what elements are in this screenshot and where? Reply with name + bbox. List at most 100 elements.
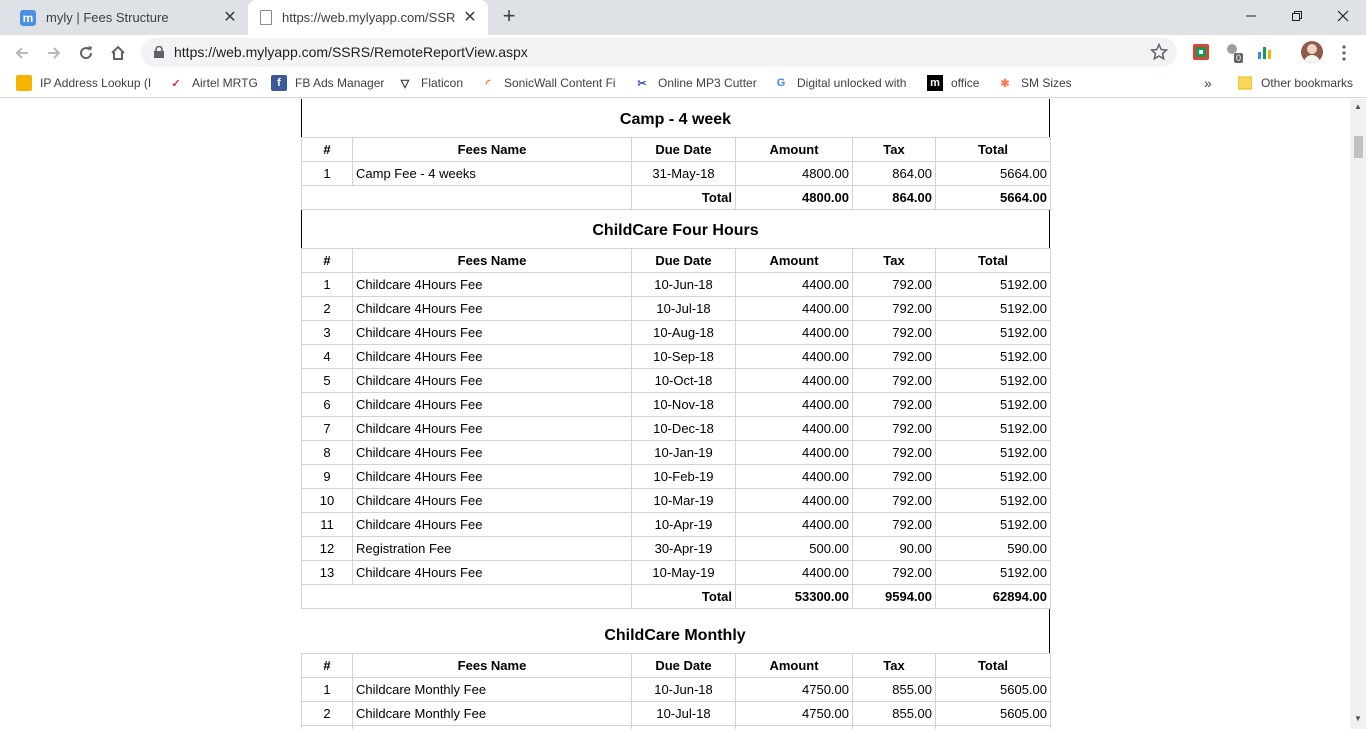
due-date-cell: 10-Jul-18 (631, 701, 736, 726)
tab-fees-structure[interactable]: m myly | Fees Structure ✕ (8, 0, 248, 35)
tax-cell: 792.00 (852, 416, 936, 441)
chart-extension-icon[interactable] (1256, 43, 1274, 61)
bookmark-sm-sizes[interactable]: ✱ SM Sizes (997, 75, 1071, 91)
other-bookmarks[interactable]: Other bookmarks (1237, 75, 1357, 91)
table-row: 9 Childcare 4Hours Fee 10-Feb-19 4400.00 792… (301, 464, 1051, 489)
bookmark-fb-ads[interactable]: f FB Ads Manager (271, 75, 386, 91)
amount-cell: 4400.00 (735, 440, 853, 465)
column-header-due: Due Date (631, 137, 736, 162)
tax-cell: 855.00 (852, 725, 936, 729)
row-total-cell: 5192.00 (935, 560, 1051, 585)
due-date-cell: 10-May-19 (631, 560, 736, 585)
extension-badge: 0 (1234, 53, 1244, 63)
fee-name-cell: Registration Fee (352, 536, 632, 561)
column-header-amount: Amount (735, 137, 853, 162)
blank-cell (301, 185, 632, 210)
row-number-cell: 11 (301, 512, 353, 537)
vertical-scrollbar[interactable]: ▲ ▼ (1350, 99, 1366, 729)
myly-icon: m (20, 9, 36, 26)
column-header-amount: Amount (735, 248, 853, 273)
restore-button[interactable] (1274, 0, 1320, 32)
fee-name-cell: Childcare 4Hours Fee (352, 416, 632, 441)
row-total-cell: 5192.00 (935, 416, 1051, 441)
due-date-cell: 10-Sep-18 (631, 344, 736, 369)
fee-name-cell: Childcare 4Hours Fee (352, 344, 632, 369)
fee-name-cell: Childcare 4Hours Fee (352, 440, 632, 465)
close-icon[interactable]: ✕ (222, 9, 238, 26)
row-number-cell: 3 (301, 320, 353, 345)
new-tab-button[interactable]: + (498, 5, 520, 28)
scroll-down-icon[interactable]: ▼ (1354, 715, 1362, 723)
due-date-cell: 30-Apr-19 (631, 536, 736, 561)
star-icon[interactable] (1150, 43, 1168, 61)
amount-cell: 4400.00 (735, 488, 853, 513)
table-row: 6 Childcare 4Hours Fee 10-Nov-18 4400.00 792… (301, 392, 1051, 417)
close-icon[interactable]: ✕ (462, 9, 478, 26)
amount-cell: 500.00 (735, 536, 853, 561)
bookmarks-overflow-button[interactable]: » (1204, 75, 1218, 91)
close-window-button[interactable] (1320, 0, 1366, 32)
tab-strip: m myly | Fees Structure ✕ https://web.my… (0, 0, 1366, 35)
fee-name-cell: Childcare 4Hours Fee (352, 488, 632, 513)
back-button[interactable] (8, 39, 36, 67)
table-row: 2 Childcare Monthly Fee 10-Jul-18 4750.00 85… (301, 701, 1051, 726)
bookmark-digital-unlocked[interactable]: G Digital unlocked with (773, 75, 911, 91)
grand-total: 62894.00 (935, 584, 1051, 609)
bookmark-mp3-cutter[interactable]: ✂ Online MP3 Cutter (634, 75, 760, 91)
minimize-button[interactable] (1228, 0, 1274, 32)
row-number-cell: 13 (301, 560, 353, 585)
reload-icon (80, 46, 93, 60)
avatar[interactable] (1301, 41, 1323, 63)
reload-button[interactable] (72, 39, 100, 67)
row-number-cell: 2 (301, 701, 353, 726)
bookmark-airtel[interactable]: ✓ Airtel MRTG (168, 75, 263, 91)
amount-cell: 4400.00 (735, 392, 853, 417)
arrow-right-icon (48, 47, 61, 59)
column-header-name: Fees Name (352, 137, 632, 162)
address-bar[interactable]: https://web.mylyapp.com/SSRS/RemoteRepor… (141, 38, 1177, 67)
scroll-up-icon[interactable]: ▲ (1354, 103, 1362, 111)
amount-cell: 4400.00 (735, 320, 853, 345)
extension-badge-button[interactable]: 0 (1225, 42, 1247, 64)
tax-cell: 90.00 (852, 536, 936, 561)
menu-button[interactable] (1336, 44, 1352, 62)
ip-lookup-icon (16, 75, 32, 91)
due-date-cell: 10-Apr-19 (631, 512, 736, 537)
scrollbar-thumb[interactable] (1354, 136, 1363, 158)
due-date-cell: 10-Aug-18 (631, 725, 736, 729)
tab-report-view[interactable]: https://web.mylyapp.com/SSRS/Re ✕ (248, 0, 488, 35)
fee-name-cell: Childcare 4Hours Fee (352, 392, 632, 417)
fees-table: # Fees Name Due Date Amount Tax Total 1 Childca… (301, 248, 1051, 609)
amount-cell: 4800.00 (735, 161, 853, 186)
bookmark-sonicwall[interactable]: ◜ SonicWall Content Fil (480, 75, 616, 91)
close-icon (1337, 10, 1349, 22)
row-number-cell: 10 (301, 488, 353, 513)
fee-name-cell: Childcare 4Hours Fee (352, 512, 632, 537)
row-total-cell: 5192.00 (935, 344, 1051, 369)
column-header-due: Due Date (631, 248, 736, 273)
bookmark-flaticon[interactable]: ▽ Flaticon (397, 75, 467, 91)
forward-button[interactable] (40, 39, 68, 67)
bookmark-office[interactable]: m office (927, 75, 983, 91)
row-total-cell: 5192.00 (935, 368, 1051, 393)
due-date-cell: 10-Jul-18 (631, 296, 736, 321)
due-date-cell: 10-Aug-18 (631, 320, 736, 345)
home-icon (111, 45, 125, 60)
column-header-tax: Tax (852, 137, 936, 162)
table-header-row: # Fees Name Due Date Amount Tax Total (301, 248, 1051, 273)
row-total-cell: 5192.00 (935, 392, 1051, 417)
tax-cell: 792.00 (852, 344, 936, 369)
table-row: 3 Childcare 4Hours Fee 10-Aug-18 4400.00 792… (301, 320, 1051, 345)
tax-cell: 792.00 (852, 296, 936, 321)
home-button[interactable] (104, 39, 132, 67)
fee-name-cell: Childcare Monthly Fee (352, 701, 632, 726)
bookmark-ip-lookup[interactable]: IP Address Lookup (IP (16, 75, 152, 91)
report-viewport: Camp - 4 week # Fees Name Due Date Amount Tax… (0, 99, 1350, 729)
amount-cell: 4400.00 (735, 560, 853, 585)
sonicwall-icon: ◜ (485, 77, 491, 90)
tax-cell: 792.00 (852, 440, 936, 465)
extension-icon[interactable] (1192, 43, 1210, 61)
total-label: Total (631, 584, 736, 609)
fee-name-cell: Childcare 4Hours Fee (352, 320, 632, 345)
row-number-cell: 1 (301, 161, 353, 186)
